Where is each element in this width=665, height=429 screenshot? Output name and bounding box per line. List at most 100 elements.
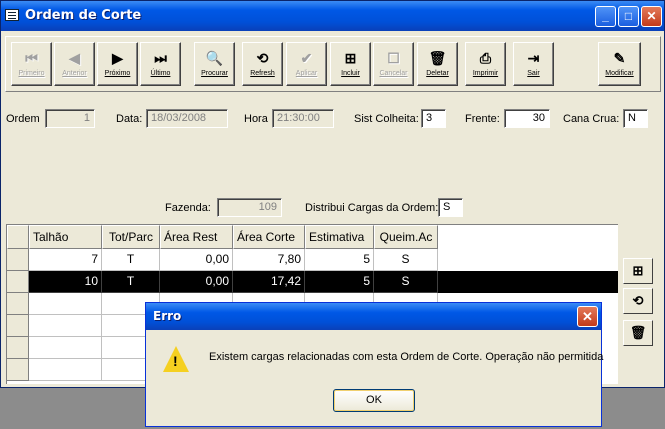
toolbar-button-last-record[interactable]: ⏭ Último xyxy=(140,42,181,86)
toolbar-button-label: Cancelar xyxy=(379,70,408,77)
row-indicator[interactable] xyxy=(7,359,29,381)
table-cell[interactable]: 5 xyxy=(305,271,374,293)
column-header[interactable]: Talhão xyxy=(29,225,102,249)
minimize-button[interactable]: _ xyxy=(595,6,616,27)
toolbar-button-cancel[interactable]: ☐ Cancelar xyxy=(373,42,414,86)
window-title: Ordem de Corte xyxy=(25,8,142,23)
distribui-cargas-label: Distribui Cargas da Ordem: xyxy=(305,202,439,214)
fazenda-field[interactable]: 109 xyxy=(217,198,282,217)
table-cell[interactable]: 10 xyxy=(29,271,102,293)
hora-field[interactable]: 21:30:00 xyxy=(272,109,334,128)
toolbar-button-label: Aplicar xyxy=(295,70,318,77)
table-cell[interactable]: T xyxy=(102,249,160,271)
search-icon: 🔍 xyxy=(205,50,224,66)
row-indicator[interactable] xyxy=(7,249,29,271)
table-cell[interactable]: 7 xyxy=(29,249,102,271)
previous-record-icon: ◀ xyxy=(69,50,80,66)
data-label: Data: xyxy=(116,113,143,125)
table-cell[interactable] xyxy=(29,315,102,337)
toolbar-button-exit[interactable]: ⇥ Sair xyxy=(513,42,554,86)
last-record-icon: ⏭ xyxy=(154,50,167,66)
refresh-icon: ⟲ xyxy=(632,293,644,308)
table-cell[interactable]: T xyxy=(102,271,160,293)
row-indicator[interactable] xyxy=(7,315,29,337)
toolbar-button-apply[interactable]: ✔ Aplicar xyxy=(286,42,327,86)
table-cell[interactable] xyxy=(29,337,102,359)
toolbar-button-previous-record[interactable]: ◀ Anterior xyxy=(54,42,95,86)
cana-crua-field[interactable]: N xyxy=(623,109,648,128)
ok-button[interactable]: OK xyxy=(333,389,415,412)
dialog-title-bar: Erro ✕ xyxy=(146,303,601,330)
table-cell[interactable]: S xyxy=(374,249,438,271)
data-field[interactable]: 18/03/2008 xyxy=(146,109,228,128)
close-button[interactable]: ✕ xyxy=(641,6,662,27)
window-icon xyxy=(5,9,19,21)
insert-icon: ⊞ xyxy=(632,263,644,278)
fazenda-label: Fazenda: xyxy=(165,202,211,214)
table-row[interactable]: 10 T 0,00 17,42 5 S xyxy=(7,271,618,293)
frente-field[interactable]: 30 xyxy=(504,109,550,128)
hora-label: Hora xyxy=(244,113,268,125)
table-cell[interactable] xyxy=(29,293,102,315)
table-cell[interactable]: 17,42 xyxy=(233,271,305,293)
error-dialog: Erro ✕ ! Existem cargas relacionadas com… xyxy=(145,302,604,427)
row-indicator[interactable] xyxy=(7,337,29,359)
toolbar: ⏮ Primeiro ◀ Anterior ▶ Próximo ⏭ Último 🔍 Procur… xyxy=(5,36,661,92)
column-header[interactable]: Área Rest xyxy=(160,225,233,249)
toolbar-button-first-record[interactable]: ⏮ Primeiro xyxy=(11,42,52,86)
row-indicator[interactable] xyxy=(7,271,29,293)
table-cell[interactable]: S xyxy=(374,271,438,293)
table-cell[interactable] xyxy=(29,359,102,381)
sist-colheita-label: Sist Colheita: xyxy=(354,113,419,125)
toolbar-button-label: Anterior xyxy=(62,70,87,77)
delete-icon: 🗑 xyxy=(629,325,647,340)
column-header[interactable]: Área Corte xyxy=(233,225,305,249)
cancel-icon: ☐ xyxy=(387,50,400,66)
toolbar-button-delete[interactable]: 🗑 Deletar xyxy=(417,42,458,86)
toolbar-button-print[interactable]: ⎙ Imprimir xyxy=(465,42,506,86)
warning-icon: ! xyxy=(163,346,189,372)
dialog-close-button[interactable]: ✕ xyxy=(577,306,598,327)
side-button-refresh[interactable]: ⟲ xyxy=(623,288,653,314)
print-icon: ⎙ xyxy=(479,50,492,66)
frente-label: Frente: xyxy=(465,113,500,125)
toolbar-button-refresh[interactable]: ⟲ Refresh xyxy=(242,42,283,86)
cana-crua-label: Cana Crua: xyxy=(563,113,620,125)
toolbar-button-label: Sair xyxy=(527,70,540,77)
side-button-delete[interactable]: 🗑 xyxy=(623,320,653,346)
maximize-button[interactable]: □ xyxy=(618,6,639,27)
column-header[interactable]: Estimativa xyxy=(305,225,374,249)
toolbar-button-label: Próximo xyxy=(104,70,131,77)
column-header[interactable]: Tot/Parc xyxy=(102,225,160,249)
table-cell[interactable]: 7,80 xyxy=(233,249,305,271)
ordem-label: Ordem xyxy=(6,113,40,125)
distribui-cargas-field[interactable]: S xyxy=(438,198,463,217)
toolbar-button-search[interactable]: 🔍 Procurar xyxy=(194,42,235,86)
ordem-field[interactable]: 1 xyxy=(45,109,95,128)
row-indicator[interactable] xyxy=(7,293,29,315)
delete-icon: 🗑 xyxy=(428,50,447,66)
first-record-icon: ⏮ xyxy=(25,50,38,66)
toolbar-button-label: Incluir xyxy=(341,70,360,77)
toolbar-button-insert[interactable]: ⊞ Incluir xyxy=(330,42,371,86)
sist-colheita-field[interactable]: 3 xyxy=(421,109,446,128)
toolbar-button-label: Refresh xyxy=(250,70,275,77)
table-cell[interactable]: 5 xyxy=(305,249,374,271)
toolbar-button-next-record[interactable]: ▶ Próximo xyxy=(97,42,138,86)
toolbar-button-label: Último xyxy=(150,70,171,77)
dialog-title: Erro xyxy=(153,309,182,323)
table-row[interactable]: 7 T 0,00 7,80 5 S xyxy=(7,249,618,271)
exit-icon: ⇥ xyxy=(527,50,540,66)
modify-icon: ✎ xyxy=(613,50,626,66)
refresh-icon: ⟲ xyxy=(256,50,269,66)
toolbar-button-label: Procurar xyxy=(201,70,228,77)
dialog-message: Existem cargas relacionadas com esta Ord… xyxy=(209,351,604,363)
table-cell[interactable]: 0,00 xyxy=(160,271,233,293)
grid-corner xyxy=(7,225,29,249)
toolbar-button-label: Imprimir xyxy=(472,70,499,77)
column-header[interactable]: Queim.Ac xyxy=(374,225,438,249)
side-button-insert[interactable]: ⊞ xyxy=(623,258,653,284)
apply-icon: ✔ xyxy=(300,50,313,66)
toolbar-button-modify[interactable]: ✎ Modificar xyxy=(598,42,641,86)
table-cell[interactable]: 0,00 xyxy=(160,249,233,271)
